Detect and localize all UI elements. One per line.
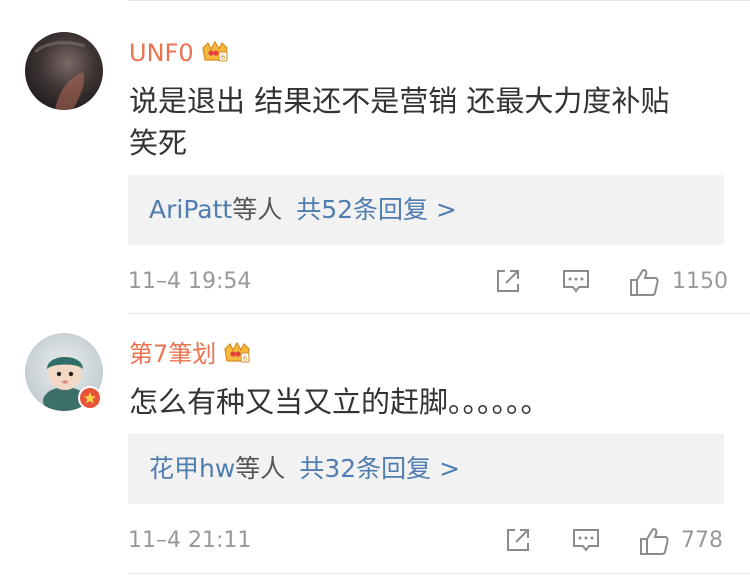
comment-meta: 11–4 21:11 778 (128, 521, 750, 561)
svg-text:6: 6 (220, 54, 225, 62)
timestamp: 11–4 19:54 (128, 269, 252, 294)
reply-etc-text: 等人 (235, 454, 286, 483)
reply-count-link[interactable]: 共52条回复 > (296, 195, 457, 224)
comment-text-line: 笑死 (129, 126, 188, 160)
like-count: 1150 (672, 269, 728, 294)
avatar[interactable] (25, 32, 103, 110)
comment-icon[interactable] (571, 525, 601, 559)
share-icon[interactable] (493, 266, 523, 300)
reply-summary[interactable]: 花甲hw等人 共32条回复 > (128, 434, 724, 504)
reply-summary[interactable]: AriPatt等人 共52条回复 > (128, 175, 724, 245)
share-icon[interactable] (503, 525, 533, 559)
comment-text: 说是退出 结果还不是营销 还最大力度补贴 笑死 (129, 80, 719, 164)
timestamp: 11–4 21:11 (128, 528, 252, 553)
comment-list: UNF0 6 说是退出 结果还不是营销 还最大力度补贴 笑死 AriPatt等人… (0, 0, 750, 578)
username[interactable]: 第7筆划 6 (129, 339, 252, 369)
comment-meta: 11–4 19:54 1150 (128, 262, 750, 302)
reply-user-link[interactable]: 花甲hw (149, 454, 235, 483)
avatar[interactable] (25, 333, 103, 411)
thumbs-up-icon[interactable] (638, 525, 670, 561)
thumbs-up-icon[interactable] (628, 266, 660, 302)
comment-text-line: 说是退出 结果还不是营销 还最大力度补贴 (129, 84, 670, 118)
crown-icon: 6 (200, 39, 230, 65)
like-count: 778 (681, 528, 723, 553)
reply-count-link[interactable]: 共32条回复 > (299, 454, 460, 483)
username[interactable]: UNF0 6 (129, 38, 230, 68)
reply-etc-text: 等人 (232, 195, 283, 224)
comment-icon[interactable] (561, 266, 591, 300)
verified-badge-icon (78, 386, 102, 410)
divider (128, 0, 750, 1)
divider (128, 313, 750, 314)
comment-text: 怎么有种又当又立的赶脚。。。。。。 (129, 381, 719, 423)
crown-icon: 6 (222, 340, 252, 366)
svg-text:6: 6 (243, 355, 248, 363)
username-text[interactable]: UNF0 (129, 39, 194, 67)
comment-text-line: 怎么有种又当又立的赶脚。。。。。。 (129, 385, 550, 419)
reply-user-link[interactable]: AriPatt (149, 195, 232, 224)
username-text[interactable]: 第7筆划 (129, 340, 216, 368)
divider (128, 573, 750, 574)
dark-photo-avatar-icon (25, 32, 103, 110)
